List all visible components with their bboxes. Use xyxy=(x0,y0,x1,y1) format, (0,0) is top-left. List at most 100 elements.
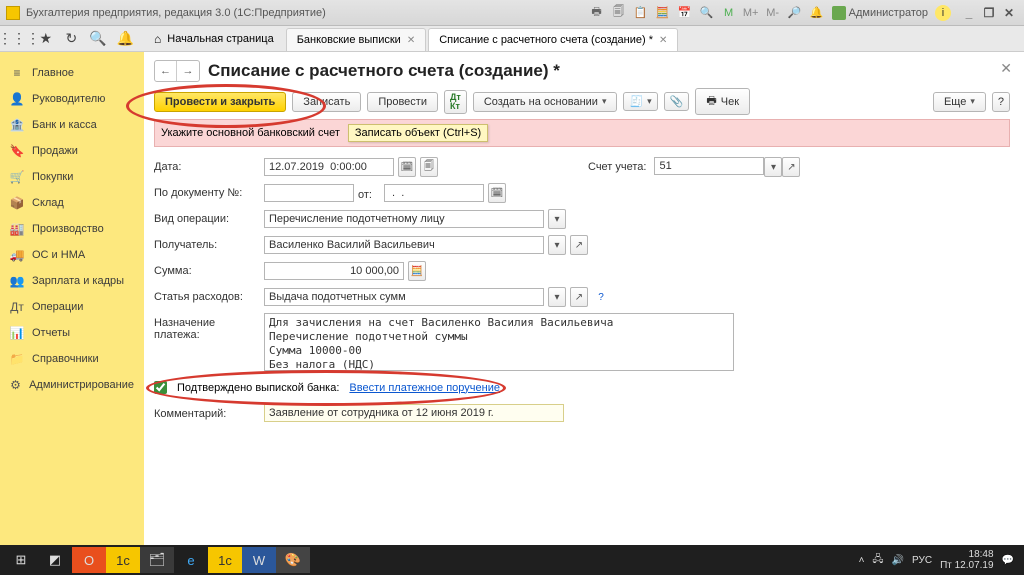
cost-item-input[interactable] xyxy=(264,288,544,306)
tool-icon[interactable]: M- xyxy=(765,5,781,21)
tray-lang[interactable]: РУС xyxy=(912,555,932,566)
receiver-input[interactable] xyxy=(264,236,544,254)
dropdown-icon[interactable]: ▾ xyxy=(548,235,566,255)
task-app-icon[interactable]: 1c xyxy=(106,547,140,573)
tool-icon[interactable]: M+ xyxy=(743,5,759,21)
user-badge[interactable]: Администратор xyxy=(832,6,928,20)
help-button[interactable]: ? xyxy=(992,92,1010,112)
task-explorer-icon[interactable]: 🗂 xyxy=(140,547,174,573)
doc-date-input[interactable] xyxy=(384,184,484,202)
open-record-icon[interactable]: 🗐 xyxy=(420,157,438,177)
label-doc-number: По документу №: xyxy=(154,183,264,199)
tab-writeoff[interactable]: Списание с расчетного счета (создание) *… xyxy=(428,28,678,51)
sidebar-item[interactable]: ⚙Администрирование xyxy=(0,372,144,398)
minimize-button[interactable]: _ xyxy=(960,5,978,21)
operation-type-input[interactable] xyxy=(264,210,544,228)
sidebar-item[interactable]: 🔖Продажи xyxy=(0,138,144,164)
dropdown-icon[interactable]: ▾ xyxy=(764,157,782,177)
calendar-icon[interactable]: 🗓 xyxy=(398,157,416,177)
history-icon[interactable]: ↻ xyxy=(64,30,80,48)
dropdown-icon[interactable]: ▾ xyxy=(548,287,566,307)
date-input[interactable] xyxy=(264,158,394,176)
tray-notify-icon[interactable]: 💬 xyxy=(1002,555,1014,566)
info-icon[interactable]: i xyxy=(935,5,951,21)
calendar-icon[interactable]: 🗓 xyxy=(488,183,506,203)
task-ie-icon[interactable]: e xyxy=(174,547,208,573)
sidebar-item[interactable]: ≡Главное xyxy=(0,60,144,86)
doc-number-input[interactable] xyxy=(264,184,354,202)
sidebar-item[interactable]: 📦Склад xyxy=(0,190,144,216)
label-date: Дата: xyxy=(154,157,264,173)
calc-icon[interactable]: 🧮 xyxy=(408,261,426,281)
open-ref-icon[interactable]: ↗ xyxy=(570,235,588,255)
restore-button[interactable]: ❐ xyxy=(980,5,998,21)
tray-net-icon[interactable]: 🖧 xyxy=(872,552,883,569)
task-word-icon[interactable]: W xyxy=(242,547,276,573)
sidebar-item[interactable]: 🚚ОС и НМА xyxy=(0,242,144,268)
apps-icon[interactable]: ⋮⋮⋮ xyxy=(10,30,28,48)
tool-icon[interactable]: 📋 xyxy=(633,5,649,21)
window-title: Бухгалтерия предприятия, редакция 3.0 (1… xyxy=(26,7,326,19)
panel-close-button[interactable]: ✕ xyxy=(1000,60,1012,77)
confirmed-checkbox[interactable] xyxy=(154,381,167,394)
create-payment-order-link[interactable]: Ввести платежное поручение xyxy=(349,382,500,394)
sidebar-item[interactable]: ДтОперации xyxy=(0,294,144,320)
tab-label: Начальная страница xyxy=(167,33,273,45)
post-button[interactable]: Провести xyxy=(367,92,438,112)
tab-bank-statements[interactable]: Банковские выписки ✕ xyxy=(286,28,427,51)
close-button[interactable]: ✕ xyxy=(1000,5,1018,21)
attach-button[interactable]: 📎 xyxy=(664,92,690,111)
sidebar-item[interactable]: 🛒Покупки xyxy=(0,164,144,190)
tool-icon[interactable]: 🖶 xyxy=(589,5,605,21)
dropdown-icon[interactable]: ▾ xyxy=(548,209,566,229)
save-button[interactable]: Записать xyxy=(292,92,361,112)
sidebar-item-label: Банк и касса xyxy=(32,119,97,131)
cheque-button[interactable]: 🖶 Чек xyxy=(695,88,750,115)
open-ref-icon[interactable]: ↗ xyxy=(782,157,800,177)
nav-back-button[interactable]: ← xyxy=(155,61,177,81)
sidebar-item-label: Отчеты xyxy=(32,327,70,339)
tab-home[interactable]: ⌂ Начальная страница xyxy=(144,27,284,51)
tool-icon[interactable]: 🔍 xyxy=(699,5,715,21)
post-and-close-button[interactable]: Провести и закрыть xyxy=(154,92,286,112)
start-button[interactable]: ⊞ xyxy=(4,547,38,573)
sidebar-item-label: ОС и НМА xyxy=(32,249,85,261)
tool-icon[interactable]: 📅 xyxy=(677,5,693,21)
close-icon[interactable]: ✕ xyxy=(407,35,415,46)
help-icon[interactable]: ? xyxy=(592,287,610,307)
tray-date: Пт 12.07.19 xyxy=(940,560,993,571)
sidebar-item[interactable]: 🏭Производство xyxy=(0,216,144,242)
search-small-icon[interactable]: 🔍 xyxy=(89,30,106,48)
tray-up-icon[interactable]: ˄ xyxy=(859,555,865,566)
bell-icon[interactable]: 🔔 xyxy=(809,5,825,21)
task-app-icon[interactable]: O xyxy=(72,547,106,573)
tray-vol-icon[interactable]: 🔊 xyxy=(892,555,904,566)
star-icon[interactable]: ★ xyxy=(38,30,54,48)
task-app-icon[interactable]: 🎨 xyxy=(276,547,310,573)
tray-time: 18:48 xyxy=(969,549,994,560)
more-button[interactable]: Еще▾ xyxy=(933,92,986,112)
nav-forward-button[interactable]: → xyxy=(177,61,199,81)
sidebar-item[interactable]: 👤Руководителю xyxy=(0,86,144,112)
sidebar-item[interactable]: 🏦Банк и касса xyxy=(0,112,144,138)
sidebar-item[interactable]: 📁Справочники xyxy=(0,346,144,372)
search-icon[interactable]: 🔎 xyxy=(787,5,803,21)
account-input[interactable] xyxy=(654,157,764,175)
bell-small-icon[interactable]: 🔔 xyxy=(117,30,134,48)
sidebar-item[interactable]: 👥Зарплата и кадры xyxy=(0,268,144,294)
open-ref-icon[interactable]: ↗ xyxy=(570,287,588,307)
taskview-button[interactable]: ◩ xyxy=(38,547,72,573)
sidebar-item[interactable]: 📊Отчеты xyxy=(0,320,144,346)
purpose-textarea[interactable] xyxy=(264,313,734,371)
dtkt-button[interactable]: Дт Кт xyxy=(444,90,467,114)
close-icon[interactable]: ✕ xyxy=(659,35,667,46)
tool-icon[interactable]: 🧮 xyxy=(655,5,671,21)
tool-icon[interactable]: 🗐 xyxy=(611,5,627,21)
sum-input[interactable] xyxy=(264,262,404,280)
tool-icon[interactable]: M xyxy=(721,5,737,21)
label-confirmed: Подтверждено выпиской банка: xyxy=(177,382,339,394)
comment-input[interactable] xyxy=(264,404,564,422)
create-based-on-button[interactable]: Создать на основании▾ xyxy=(473,92,618,112)
link-button[interactable]: 🧾▾ xyxy=(623,92,657,111)
task-app-icon[interactable]: 1c xyxy=(208,547,242,573)
